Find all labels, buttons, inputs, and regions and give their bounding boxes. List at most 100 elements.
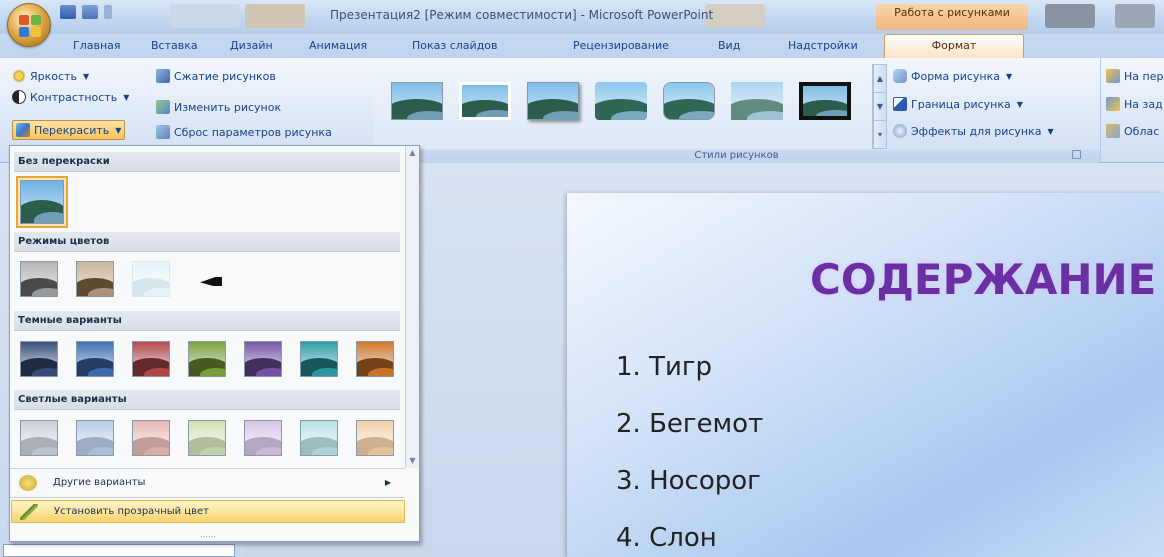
sepia-option[interactable] bbox=[76, 261, 114, 297]
tab-home[interactable]: Главная bbox=[73, 39, 121, 52]
gallery-scrollbar[interactable]: ▲ ▼ ▾ bbox=[873, 64, 887, 149]
recolor-button[interactable]: Перекрасить ▼ bbox=[12, 120, 126, 140]
light-variant-option-3[interactable] bbox=[132, 420, 170, 456]
dialog-launcher-icon[interactable] bbox=[1072, 150, 1081, 159]
thumbnail-layer bbox=[87, 368, 113, 376]
light-variant-option-5[interactable] bbox=[244, 420, 282, 456]
save-icon[interactable] bbox=[60, 5, 76, 19]
bring-to-front-button[interactable]: На пер bbox=[1106, 66, 1163, 86]
selection-pane-button[interactable]: Облас bbox=[1106, 121, 1159, 141]
change-picture-button[interactable]: Изменить рисунок bbox=[156, 97, 281, 117]
slide-thumbnail[interactable] bbox=[3, 544, 235, 557]
dark-variant-option-4[interactable] bbox=[188, 341, 226, 377]
bring-front-icon bbox=[1106, 69, 1120, 83]
section-dark-variants: Темные варианты bbox=[14, 311, 400, 331]
picture-style-5[interactable] bbox=[663, 82, 715, 120]
picture-effects-button[interactable]: Эффекты для рисунка ▼ bbox=[893, 121, 1054, 141]
tab-insert[interactable]: Вставка bbox=[151, 39, 198, 52]
picture-border-button[interactable]: Граница рисунка ▼ bbox=[893, 94, 1023, 114]
group-divider bbox=[1100, 58, 1101, 162]
landscape-thumbnail bbox=[300, 341, 338, 377]
more-variants-item[interactable]: Другие варианты ▶ bbox=[11, 471, 405, 494]
landscape-thumbnail bbox=[188, 420, 226, 456]
office-logo-icon bbox=[19, 15, 41, 37]
blurred-region bbox=[1115, 4, 1155, 28]
slide-title[interactable]: СОДЕРЖАНИЕ bbox=[810, 255, 1156, 304]
recolor-icon bbox=[16, 123, 30, 137]
picture-style-3[interactable] bbox=[527, 82, 579, 120]
tab-animation[interactable]: Анимация bbox=[309, 39, 367, 52]
qat-dropdown-icon[interactable] bbox=[104, 5, 112, 19]
dark-variant-option-2[interactable] bbox=[76, 341, 114, 377]
gallery-more-icon[interactable]: ▾ bbox=[874, 121, 886, 149]
office-button[interactable] bbox=[7, 3, 51, 47]
list-item: 2. Бегемот bbox=[616, 409, 764, 439]
chevron-right-icon: ▶ bbox=[384, 478, 391, 487]
grayscale-option[interactable] bbox=[20, 261, 58, 297]
compress-pictures-button[interactable]: Сжатие рисунков bbox=[156, 66, 276, 86]
resize-grip-icon[interactable]: ⋯⋯ bbox=[200, 532, 216, 541]
dropdown-scrollbar[interactable]: ▲ ▼ bbox=[405, 146, 419, 468]
picture-style-7[interactable] bbox=[799, 82, 851, 120]
title-bar: Презентация2 [Режим совместимости] - Mic… bbox=[0, 0, 1164, 34]
landscape-thumbnail bbox=[76, 420, 114, 456]
list-item: 3. Носорог bbox=[616, 466, 761, 496]
quick-access-toolbar bbox=[60, 5, 112, 19]
picture-shape-button[interactable]: Форма рисунка ▼ bbox=[893, 66, 1012, 86]
light-variant-option-2[interactable] bbox=[76, 420, 114, 456]
thumbnail-layer bbox=[255, 368, 281, 376]
thumbnail-layer bbox=[31, 368, 57, 376]
tab-view[interactable]: Вид bbox=[718, 39, 740, 52]
light-variant-option-4[interactable] bbox=[188, 420, 226, 456]
light-variant-option-6[interactable] bbox=[300, 420, 338, 456]
set-transparent-color-item[interactable]: Установить прозрачный цвет bbox=[11, 500, 405, 523]
contrast-button[interactable]: Контрастность ▼ bbox=[12, 87, 129, 107]
landscape-thumbnail bbox=[799, 82, 851, 120]
dark-variant-option-6[interactable] bbox=[300, 341, 338, 377]
send-to-back-button[interactable]: На зад bbox=[1106, 94, 1163, 114]
chevron-down-icon[interactable]: ▼ bbox=[874, 93, 886, 121]
menu-separator bbox=[10, 497, 405, 498]
tab-slideshow[interactable]: Показ слайдов bbox=[412, 39, 498, 52]
dark-variant-option-5[interactable] bbox=[244, 341, 282, 377]
window-title: Презентация2 [Режим совместимости] - Mic… bbox=[330, 8, 714, 22]
slide-bullet-list[interactable]: 1. Тигр 2. Бегемот 3. Носорог 4. Слон bbox=[616, 350, 763, 557]
landscape-thumbnail bbox=[356, 341, 394, 377]
thumbnail-layer bbox=[199, 447, 225, 455]
picture-style-2[interactable] bbox=[459, 82, 511, 120]
reset-picture-button[interactable]: Сброс параметров рисунка bbox=[156, 122, 332, 142]
tab-review[interactable]: Рецензирование bbox=[573, 39, 669, 52]
thumbnail-layer bbox=[199, 368, 225, 376]
tab-format[interactable]: Формат bbox=[884, 34, 1024, 58]
tab-design[interactable]: Дизайн bbox=[230, 39, 273, 52]
compress-icon bbox=[156, 69, 170, 83]
landscape-thumbnail bbox=[459, 82, 511, 120]
landscape-thumbnail bbox=[20, 420, 58, 456]
chevron-up-icon[interactable]: ▲ bbox=[406, 146, 419, 160]
dark-variant-option-3[interactable] bbox=[132, 341, 170, 377]
light-variant-option-1[interactable] bbox=[20, 420, 58, 456]
landscape-thumbnail bbox=[244, 341, 282, 377]
dark-variant-option-7[interactable] bbox=[356, 341, 394, 377]
washout-option[interactable] bbox=[132, 261, 170, 297]
landscape-thumbnail bbox=[391, 82, 443, 120]
recolor-dropdown: ▲ ▼ Без перекраски Режимы цветов Темные … bbox=[9, 145, 420, 542]
picture-style-6[interactable] bbox=[731, 82, 783, 120]
sun-icon bbox=[12, 69, 26, 83]
chevron-up-icon[interactable]: ▲ bbox=[874, 65, 886, 93]
undo-icon[interactable] bbox=[82, 5, 98, 19]
chevron-down-icon: ▼ bbox=[82, 71, 90, 81]
black-white-option[interactable] bbox=[188, 261, 226, 297]
thumbnail-layer bbox=[311, 447, 337, 455]
bw-silhouette bbox=[200, 277, 222, 286]
menu-separator bbox=[10, 468, 405, 469]
picture-style-4[interactable] bbox=[595, 82, 647, 120]
tab-addins[interactable]: Надстройки bbox=[788, 39, 858, 52]
light-variant-option-7[interactable] bbox=[356, 420, 394, 456]
no-recolor-option[interactable] bbox=[16, 176, 68, 228]
dark-variant-option-1[interactable] bbox=[20, 341, 58, 377]
chevron-down-icon[interactable]: ▼ bbox=[406, 454, 419, 468]
chevron-down-icon: ▼ bbox=[115, 125, 122, 135]
brightness-button[interactable]: Яркость ▼ bbox=[12, 66, 89, 86]
picture-style-1[interactable] bbox=[391, 82, 443, 120]
